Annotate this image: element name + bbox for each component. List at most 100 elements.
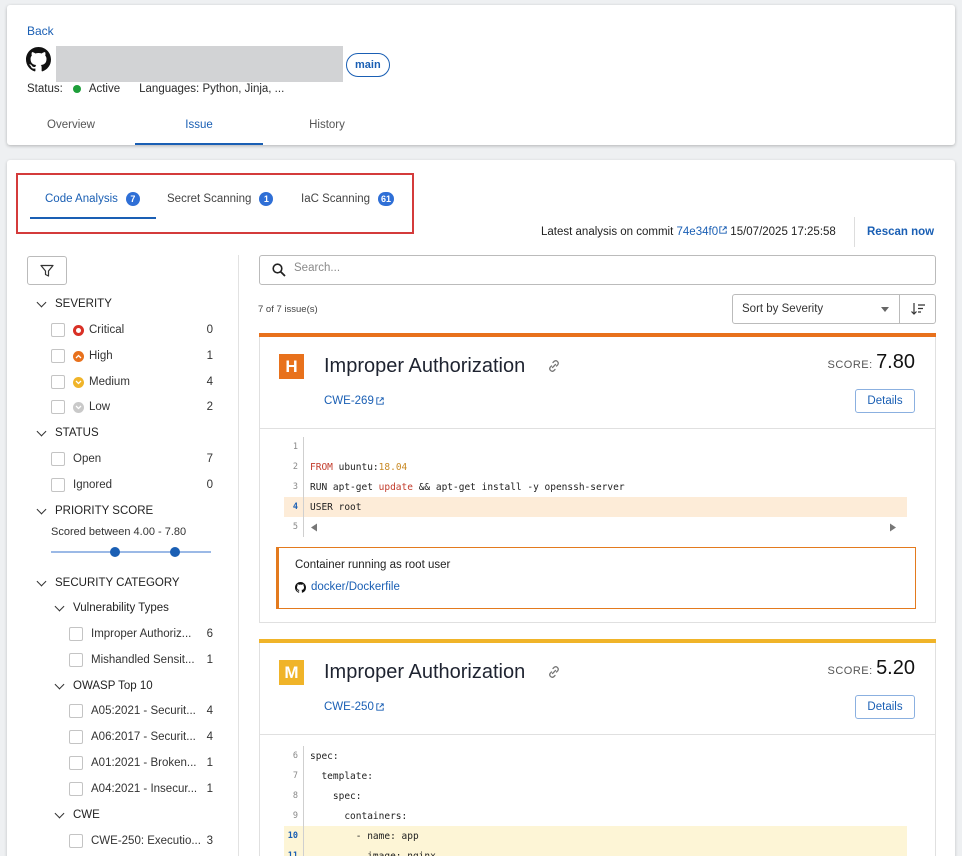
checkbox[interactable] bbox=[69, 653, 83, 667]
checkbox[interactable] bbox=[51, 375, 65, 389]
low-severity-icon bbox=[73, 401, 84, 413]
issue-card: M Improper Authorization SCORE: 5.20 CWE… bbox=[259, 639, 936, 856]
security-category-header[interactable]: SECURITY CATEGORY bbox=[36, 576, 180, 589]
link-icon[interactable] bbox=[546, 664, 562, 680]
category-option[interactable]: CWE-250: Executio... 3 bbox=[69, 832, 213, 850]
option-label: Open bbox=[73, 453, 102, 465]
category-option[interactable]: A04:2021 - Insecur... 1 bbox=[69, 780, 213, 798]
issue-card: H Improper Authorization SCORE: 7.80 CWE… bbox=[259, 333, 936, 623]
status-option-open[interactable]: Open 7 bbox=[51, 450, 213, 468]
details-button[interactable]: Details bbox=[855, 389, 915, 413]
checkbox[interactable] bbox=[51, 400, 65, 414]
option-label: Improper Authoriz... bbox=[91, 628, 192, 640]
tab-overview[interactable]: Overview bbox=[7, 109, 135, 145]
code-snippet: 1 2 FROM ubuntu: 18.04 3 RUN apt-get update… bbox=[284, 437, 907, 537]
checkbox[interactable] bbox=[51, 478, 65, 492]
tab-history[interactable]: History bbox=[263, 109, 391, 145]
tab-code-analysis[interactable]: Code Analysis 7 bbox=[45, 192, 140, 206]
checkbox[interactable] bbox=[51, 349, 65, 363]
option-count: 7 bbox=[206, 453, 213, 465]
severity-option-high[interactable]: High 1 bbox=[51, 347, 213, 365]
tab-iac-scanning[interactable]: IaC Scanning 61 bbox=[301, 192, 395, 206]
languages-text: Languages: Python, Jinja, ... bbox=[139, 83, 285, 95]
code-line: 5 bbox=[284, 517, 907, 537]
sort-dropdown[interactable]: Sort by Severity bbox=[732, 294, 900, 324]
status-option-ignored[interactable]: Ignored 0 bbox=[51, 476, 213, 494]
issues-card: Code Analysis 7 Secret Scanning 1 IaC Sc… bbox=[7, 160, 955, 856]
filter-icon bbox=[40, 264, 54, 277]
back-link[interactable]: Back bbox=[27, 24, 54, 38]
high-severity-badge: H bbox=[279, 354, 304, 379]
external-link-icon bbox=[376, 397, 384, 405]
checkbox[interactable] bbox=[69, 782, 83, 796]
issue-title: Improper Authorization bbox=[324, 355, 526, 377]
category-option[interactable]: A05:2021 - Securit... 4 bbox=[69, 702, 213, 720]
category-option[interactable]: Mishandled Sensit... 1 bbox=[69, 651, 213, 669]
chevron-down-icon bbox=[36, 504, 47, 515]
branch-badge[interactable]: main bbox=[346, 53, 390, 77]
checkbox[interactable] bbox=[69, 834, 83, 848]
chevron-down-icon bbox=[54, 808, 65, 819]
score-value: 7.80 bbox=[876, 351, 915, 373]
category-option[interactable]: A01:2021 - Broken... 1 bbox=[69, 754, 213, 772]
code-line: 9 containers: bbox=[284, 806, 907, 826]
category-option[interactable]: A06:2017 - Securit... 4 bbox=[69, 728, 213, 746]
option-count: 4 bbox=[206, 376, 213, 388]
commit-link[interactable]: 74e34f0 bbox=[677, 226, 728, 238]
severity-bar bbox=[259, 639, 936, 643]
checkbox[interactable] bbox=[69, 730, 83, 744]
sort-label: Sort by Severity bbox=[742, 303, 824, 315]
owasp-top-10-header[interactable]: OWASP Top 10 bbox=[54, 679, 153, 692]
severity-option-critical[interactable]: Critical 0 bbox=[51, 321, 213, 339]
medium-severity-badge: M bbox=[279, 660, 304, 685]
checkbox[interactable] bbox=[69, 756, 83, 770]
option-label: Ignored bbox=[73, 479, 113, 491]
severity-option-low[interactable]: Low 2 bbox=[51, 398, 213, 416]
checkbox[interactable] bbox=[51, 452, 65, 466]
issue-count-text: 7 of 7 issue(s) bbox=[258, 304, 318, 315]
filter-sidebar: SEVERITY Critical 0 High 1 Medium 4 Low … bbox=[7, 255, 239, 856]
option-count: 4 bbox=[206, 705, 213, 717]
status-value: Active bbox=[88, 83, 121, 95]
tab-issue[interactable]: Issue bbox=[135, 109, 263, 145]
search-input[interactable] bbox=[294, 262, 894, 274]
checkbox[interactable] bbox=[69, 704, 83, 718]
checkbox[interactable] bbox=[51, 323, 65, 337]
file-link[interactable]: docker/Dockerfile bbox=[295, 581, 400, 593]
priority-score-slider[interactable] bbox=[51, 547, 211, 557]
cwe-header[interactable]: CWE bbox=[54, 808, 100, 821]
cwe-link[interactable]: CWE-269 bbox=[324, 395, 384, 407]
group-title: Vulnerability Types bbox=[73, 602, 169, 614]
critical-severity-icon bbox=[73, 324, 84, 336]
scroll-right-icon[interactable] bbox=[889, 523, 897, 532]
status-active-dot-icon bbox=[72, 85, 81, 93]
checkbox[interactable] bbox=[69, 627, 83, 641]
link-icon[interactable] bbox=[546, 358, 562, 374]
severity-option-medium[interactable]: Medium 4 bbox=[51, 373, 213, 391]
cwe-link[interactable]: CWE-250 bbox=[324, 701, 384, 713]
tab-secret-scanning[interactable]: Secret Scanning 1 bbox=[167, 192, 274, 206]
chevron-down-icon bbox=[54, 601, 65, 612]
sort-direction-button[interactable] bbox=[899, 294, 936, 324]
external-link-icon bbox=[376, 703, 384, 711]
search-box[interactable] bbox=[259, 255, 936, 285]
details-button[interactable]: Details bbox=[855, 695, 915, 719]
filter-button[interactable] bbox=[27, 256, 67, 285]
severity-filter-header[interactable]: SEVERITY bbox=[36, 297, 112, 310]
option-label: A05:2021 - Securit... bbox=[91, 705, 196, 717]
medium-severity-icon bbox=[73, 376, 84, 388]
option-label: Critical bbox=[89, 324, 125, 336]
option-label: High bbox=[89, 350, 113, 362]
slider-max-handle[interactable] bbox=[170, 547, 180, 557]
status-filter-header[interactable]: STATUS bbox=[36, 426, 99, 439]
vulnerability-types-header[interactable]: Vulnerability Types bbox=[54, 601, 169, 614]
caret-down-icon bbox=[881, 307, 889, 312]
priority-score-title: PRIORITY SCORE bbox=[55, 505, 154, 517]
slider-min-handle[interactable] bbox=[110, 547, 120, 557]
priority-score-header[interactable]: PRIORITY SCORE bbox=[36, 504, 154, 517]
scroll-left-icon[interactable] bbox=[310, 523, 318, 532]
chevron-down-icon bbox=[36, 576, 47, 587]
category-option[interactable]: Improper Authoriz... 6 bbox=[69, 625, 213, 643]
rescan-now-button[interactable]: Rescan now bbox=[867, 226, 934, 238]
option-count: 1 bbox=[206, 783, 213, 795]
